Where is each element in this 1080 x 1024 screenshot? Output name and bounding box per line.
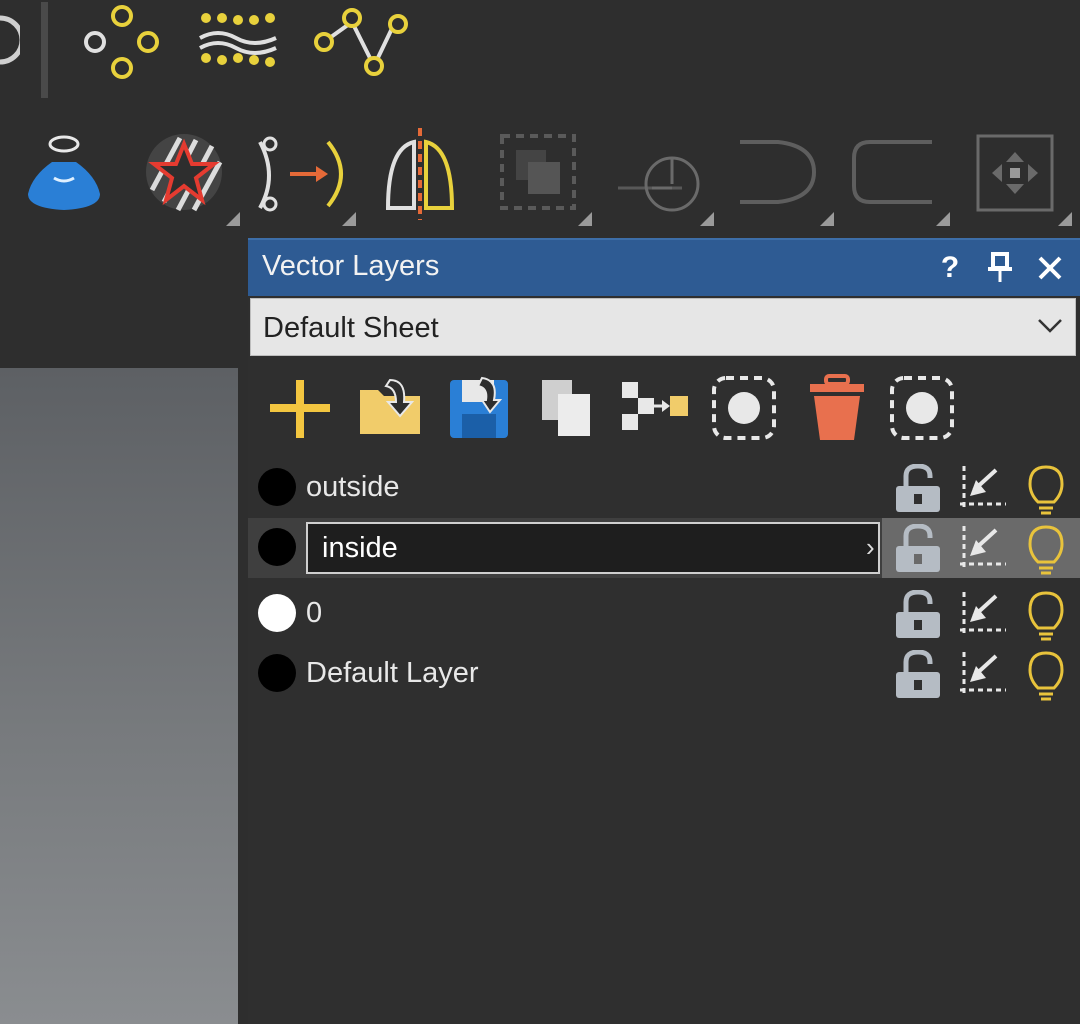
add-layer-icon[interactable] bbox=[266, 374, 334, 442]
visibility-bulb-icon[interactable] bbox=[1026, 590, 1066, 642]
panel-title: Vector Layers bbox=[262, 250, 440, 282]
mirror-icon[interactable] bbox=[384, 128, 460, 220]
toolbar-modeling bbox=[0, 110, 1080, 238]
layer-name: Default Layer bbox=[306, 657, 479, 689]
layer-color-dot[interactable] bbox=[258, 528, 296, 566]
layer-color-dot[interactable] bbox=[258, 594, 296, 632]
pin-icon bbox=[988, 252, 1012, 282]
control-points-icon[interactable] bbox=[80, 2, 164, 86]
select-all-layer-icon[interactable] bbox=[888, 374, 956, 442]
layer-row-controls bbox=[882, 584, 1080, 644]
layer-row-controls bbox=[882, 458, 1080, 518]
layer-row-controls bbox=[882, 644, 1080, 704]
help-button[interactable]: ? bbox=[930, 248, 970, 288]
chevron-down-icon bbox=[1038, 319, 1062, 333]
snap-to-layer-icon[interactable] bbox=[956, 650, 1006, 698]
lock-open-icon[interactable] bbox=[892, 590, 940, 638]
left-gap bbox=[0, 238, 248, 368]
visibility-bulb-icon[interactable] bbox=[1026, 464, 1066, 516]
fillet-icon[interactable] bbox=[848, 136, 952, 226]
sheet-dropdown[interactable]: Default Sheet bbox=[250, 298, 1076, 356]
layer-row-0[interactable]: 0 bbox=[248, 584, 1080, 644]
layer-color-dot[interactable] bbox=[258, 468, 296, 506]
texture-dots-icon[interactable] bbox=[196, 10, 286, 74]
revolve-icon[interactable] bbox=[612, 134, 716, 226]
lock-open-icon[interactable] bbox=[892, 524, 940, 572]
layer-name: 0 bbox=[306, 597, 323, 629]
layer-row-default-layer[interactable]: Default Layer bbox=[248, 644, 1080, 704]
snap-to-layer-icon[interactable] bbox=[956, 524, 1006, 572]
visibility-bulb-icon[interactable] bbox=[1026, 524, 1066, 576]
polyline-nodes-icon[interactable] bbox=[312, 4, 408, 80]
convert-path-icon[interactable] bbox=[254, 136, 358, 226]
layer-row-controls bbox=[882, 518, 1080, 578]
partial-circle-icon[interactable] bbox=[0, 10, 20, 70]
stamp-star-icon[interactable] bbox=[140, 130, 240, 226]
lock-open-icon[interactable] bbox=[892, 650, 940, 698]
vector-layers-panel: Vector Layers ? Default Sheet outside in… bbox=[248, 238, 1080, 1024]
close-button[interactable] bbox=[1030, 248, 1070, 288]
layer-name: outside bbox=[306, 471, 400, 503]
visibility-bulb-icon[interactable] bbox=[1026, 650, 1066, 702]
merge-layer-icon[interactable] bbox=[620, 374, 688, 442]
viewport-edge bbox=[238, 368, 248, 1024]
save-layer-icon[interactable] bbox=[446, 374, 514, 442]
lock-open-icon[interactable] bbox=[892, 464, 940, 512]
delete-layer-icon[interactable] bbox=[804, 374, 872, 442]
snap-to-layer-icon[interactable] bbox=[956, 464, 1006, 512]
toolbar-separator bbox=[41, 2, 48, 98]
rename-overflow-arrow: › bbox=[866, 532, 875, 562]
layer-row-outside[interactable]: outside bbox=[248, 458, 1080, 518]
copy-layer-icon[interactable] bbox=[536, 374, 604, 442]
inflate-icon[interactable] bbox=[22, 132, 110, 212]
layer-row-inside[interactable]: › bbox=[248, 518, 1080, 578]
layer-actions-toolbar bbox=[248, 366, 1080, 450]
pin-button[interactable] bbox=[980, 248, 1020, 288]
toolbar-top bbox=[0, 0, 1080, 110]
viewport-canvas[interactable] bbox=[0, 368, 238, 1024]
select-layer-icon[interactable] bbox=[710, 374, 778, 442]
transform-icon[interactable] bbox=[974, 132, 1078, 226]
group-icon[interactable] bbox=[498, 132, 594, 226]
sheet-dropdown-value: Default Sheet bbox=[263, 312, 439, 344]
snap-to-layer-icon[interactable] bbox=[956, 590, 1006, 638]
layer-rename-input[interactable] bbox=[306, 522, 880, 574]
layer-color-dot[interactable] bbox=[258, 654, 296, 692]
arc-icon[interactable] bbox=[734, 136, 838, 226]
panel-titlebar[interactable]: Vector Layers ? bbox=[248, 238, 1080, 296]
close-icon bbox=[1038, 256, 1062, 280]
import-layer-icon[interactable] bbox=[356, 374, 424, 442]
